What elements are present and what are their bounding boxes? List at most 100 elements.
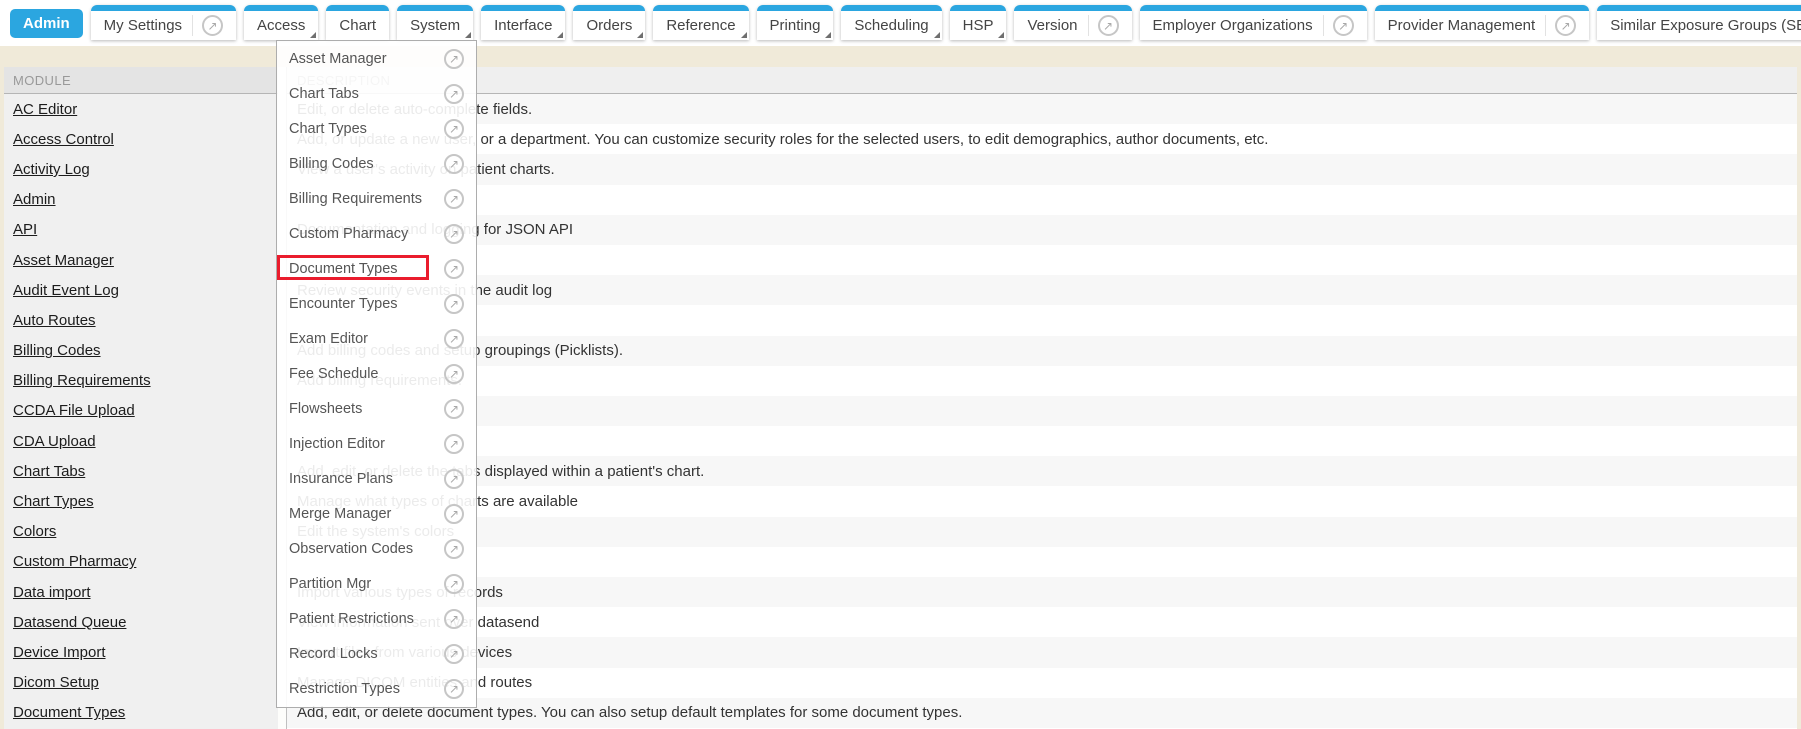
module-link[interactable]: Auto Routes: [13, 312, 96, 329]
module-link[interactable]: Audit Event Log: [13, 282, 119, 299]
module-table-row: Activity Log: [4, 154, 278, 184]
chart-menu-item-patient-restrictions[interactable]: Patient Restrictions: [277, 602, 476, 637]
chart-menu-item-label: Restriction Types: [289, 681, 400, 697]
module-link[interactable]: CDA Upload: [13, 433, 96, 450]
open-new-window-icon[interactable]: [444, 294, 464, 314]
module-column: MODULE AC Editor Access Control Activity…: [4, 67, 278, 729]
open-new-window-icon[interactable]: [444, 609, 464, 629]
open-new-window-icon[interactable]: [444, 224, 464, 244]
chart-menu-item-exam-editor[interactable]: Exam Editor: [277, 321, 476, 356]
module-link[interactable]: Access Control: [13, 131, 114, 148]
open-new-window-icon[interactable]: [444, 644, 464, 664]
module-link[interactable]: Colors: [13, 523, 56, 540]
open-new-window-icon[interactable]: [444, 679, 464, 699]
module-link[interactable]: Datasend Queue: [13, 614, 126, 631]
nav-tab-access[interactable]: Access: [244, 5, 318, 40]
chart-menu-item-billing-requirements[interactable]: Billing Requirements: [277, 181, 476, 216]
module-link[interactable]: Dicom Setup: [13, 674, 99, 691]
open-new-window-icon[interactable]: [444, 154, 464, 174]
chart-menu-item-label: Billing Requirements: [289, 191, 422, 207]
module-link[interactable]: Data import: [13, 584, 91, 601]
nav-tab-orders[interactable]: Orders: [573, 5, 645, 40]
nav-tab-my-settings[interactable]: My Settings: [91, 5, 236, 40]
description-column: DESCRIPTION Edit, or delete auto-complet…: [286, 67, 1797, 729]
open-new-window-icon[interactable]: [444, 49, 464, 69]
module-table-row: Admin: [4, 185, 278, 215]
top-navigation-bar: Admin My Settings Access Chart System In…: [0, 0, 1801, 46]
open-new-window-icon[interactable]: [444, 329, 464, 349]
chart-menu-item-flowsheets[interactable]: Flowsheets: [277, 391, 476, 426]
arrow-circle-icon: [1333, 15, 1354, 36]
nav-tab-scheduling[interactable]: Scheduling: [841, 5, 941, 40]
open-new-window-icon[interactable]: [192, 15, 223, 36]
open-new-window-icon[interactable]: [444, 539, 464, 559]
chart-menu-item-chart-types[interactable]: Chart Types: [277, 111, 476, 146]
module-link[interactable]: Billing Codes: [13, 342, 101, 359]
nav-tab-interface[interactable]: Interface: [481, 5, 565, 40]
open-new-window-icon[interactable]: [444, 84, 464, 104]
module-link[interactable]: Device Import: [13, 644, 106, 661]
module-link[interactable]: Billing Requirements: [13, 372, 151, 389]
module-link[interactable]: Document Types: [13, 704, 125, 721]
module-link[interactable]: Chart Tabs: [13, 463, 85, 480]
module-link[interactable]: Activity Log: [13, 161, 90, 178]
chart-menu-item-billing-codes[interactable]: Billing Codes: [277, 146, 476, 181]
chart-menu-item-custom-pharmacy[interactable]: Custom Pharmacy: [277, 216, 476, 251]
chart-menu-item-encounter-types[interactable]: Encounter Types: [277, 286, 476, 321]
chart-menu-item-merge-manager[interactable]: Merge Manager: [277, 497, 476, 532]
open-new-window-icon[interactable]: [444, 364, 464, 384]
chart-menu-item-chart-tabs[interactable]: Chart Tabs: [277, 76, 476, 111]
description-table-row: [287, 245, 1797, 275]
open-new-window-icon[interactable]: [1323, 15, 1354, 36]
chart-menu-item-label: Fee Schedule: [289, 366, 378, 382]
module-link[interactable]: Admin: [13, 191, 56, 208]
module-table-row: API: [4, 215, 278, 245]
open-new-window-icon[interactable]: [444, 189, 464, 209]
chart-menu-item-label: Merge Manager: [289, 506, 391, 522]
nav-tab-similar-exposure-groups-segs-[interactable]: Similar Exposure Groups (SEGs): [1597, 5, 1801, 40]
chart-menu-item-label: Chart Types: [289, 121, 367, 137]
module-link[interactable]: AC Editor: [13, 101, 77, 118]
nav-tab-label: Provider Management: [1388, 17, 1536, 34]
open-new-window-icon[interactable]: [1088, 15, 1119, 36]
open-new-window-icon[interactable]: [444, 119, 464, 139]
open-new-window-icon[interactable]: [1545, 15, 1576, 36]
chart-menu-item-fee-schedule[interactable]: Fee Schedule: [277, 356, 476, 391]
description-table-row: Add, edit, or delete the tabs displayed …: [287, 456, 1797, 486]
description-table-row: [287, 185, 1797, 215]
nav-tab-employer-organizations[interactable]: Employer Organizations: [1140, 5, 1367, 40]
chart-menu-item-partition-mgr[interactable]: Partition Mgr: [277, 567, 476, 602]
chart-menu-item-record-locks[interactable]: Record Locks: [277, 637, 476, 672]
chart-menu-item-injection-editor[interactable]: Injection Editor: [277, 427, 476, 462]
open-new-window-icon[interactable]: [444, 399, 464, 419]
module-link[interactable]: Chart Types: [13, 493, 94, 510]
module-link[interactable]: Asset Manager: [13, 252, 114, 269]
nav-tab-label: My Settings: [104, 17, 182, 34]
chart-menu-item-asset-manager[interactable]: Asset Manager: [277, 41, 476, 76]
nav-tab-hsp[interactable]: HSP: [950, 5, 1007, 40]
open-new-window-icon[interactable]: [444, 469, 464, 489]
open-new-window-icon[interactable]: [444, 434, 464, 454]
module-link[interactable]: API: [13, 221, 37, 238]
open-new-window-icon[interactable]: [444, 504, 464, 524]
nav-tab-provider-management[interactable]: Provider Management: [1375, 5, 1590, 40]
nav-tab-system[interactable]: System: [397, 5, 473, 40]
nav-tab-version[interactable]: Version: [1014, 5, 1131, 40]
description-table-row: Review security events in the audit log: [287, 275, 1797, 305]
chart-menu-item-restriction-types[interactable]: Restriction Types: [277, 672, 476, 707]
open-new-window-icon[interactable]: [444, 259, 464, 279]
nav-tab-reference[interactable]: Reference: [653, 5, 748, 40]
nav-tab-chart[interactable]: Chart: [326, 5, 389, 40]
chart-menu-item-label: Billing Codes: [289, 156, 374, 172]
chart-menu-item-document-types[interactable]: Document Types: [277, 251, 476, 286]
chart-menu-item-insurance-plans[interactable]: Insurance Plans: [277, 462, 476, 497]
chart-menu-item-label: Patient Restrictions: [289, 611, 414, 627]
nav-tab-printing[interactable]: Printing: [757, 5, 834, 40]
module-link[interactable]: Custom Pharmacy: [13, 553, 136, 570]
chart-menu-item-observation-codes[interactable]: Observation Codes: [277, 532, 476, 567]
nav-tab-admin[interactable]: Admin: [10, 9, 83, 38]
module-table-row: Device Import: [4, 637, 278, 667]
open-new-window-icon[interactable]: [444, 574, 464, 594]
arrow-circle-icon: [1098, 15, 1119, 36]
module-link[interactable]: CCDA File Upload: [13, 402, 135, 419]
